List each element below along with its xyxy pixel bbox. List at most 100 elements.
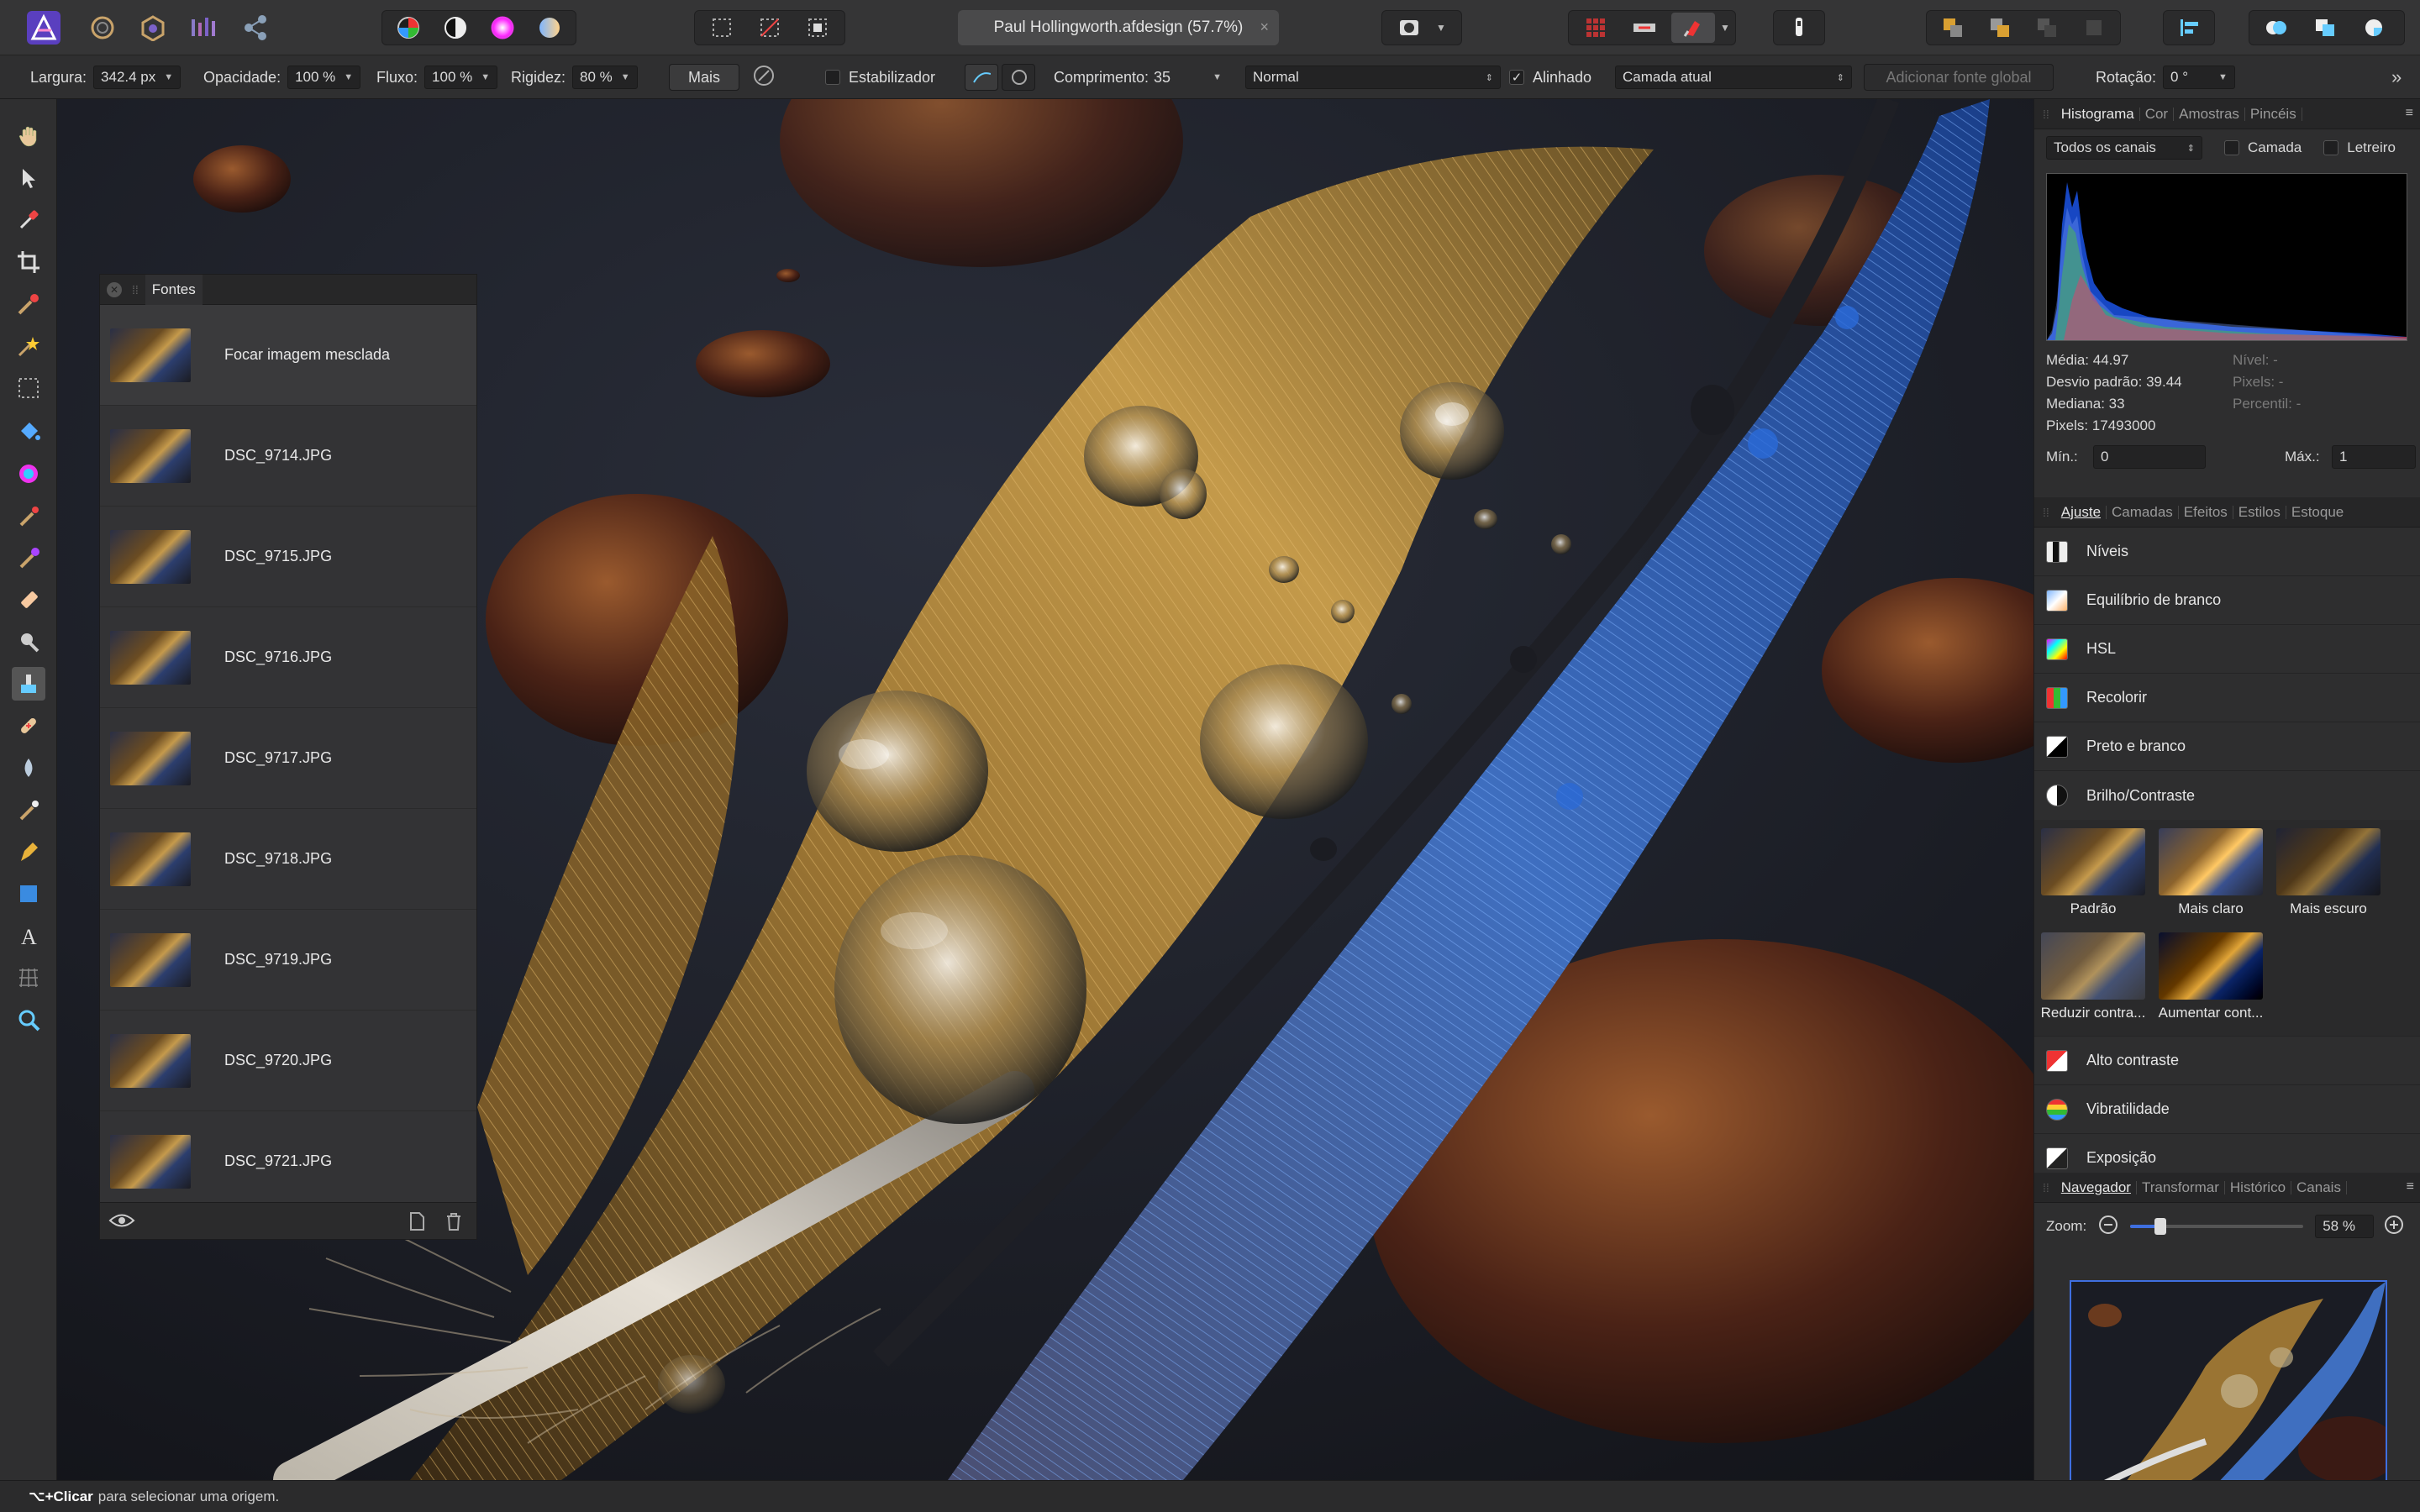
affinity-photo-logo[interactable] <box>24 10 64 45</box>
hardness-dropdown-icon[interactable]: ▼ <box>621 72 630 82</box>
marquee-icon[interactable] <box>700 13 743 43</box>
tab-effects[interactable]: Efeitos <box>2179 505 2233 519</box>
smudge-brush-icon[interactable] <box>12 793 45 827</box>
quick-mask-icon[interactable] <box>1387 13 1431 43</box>
panel-grip-icon[interactable]: ⁞⁞ <box>2043 108 2049 121</box>
boolean-subtract-icon[interactable] <box>2303 13 2347 43</box>
healing-brush-icon[interactable] <box>12 709 45 743</box>
boolean-add-icon[interactable] <box>2254 13 2298 43</box>
adjustment-levels[interactable]: Níveis <box>2034 528 2420 576</box>
rotation-dropdown-icon[interactable]: ▼ <box>2218 72 2228 82</box>
quick-mask-dropdown-icon[interactable]: ▼ <box>1436 22 1446 34</box>
length-value[interactable]: 35 <box>1154 69 1171 87</box>
more-button[interactable]: Mais <box>669 64 740 91</box>
trash-icon[interactable] <box>445 1211 463 1236</box>
tab-channels[interactable]: Canais <box>2291 1180 2347 1194</box>
white-balance-icon[interactable] <box>529 13 571 43</box>
zoom-in-icon[interactable] <box>2384 1215 2404 1239</box>
panel-menu-icon[interactable]: ≡ <box>2407 1179 2414 1194</box>
grid-icon[interactable] <box>1574 13 1618 43</box>
rectangle-tool-icon[interactable] <box>12 877 45 911</box>
flood-select-icon[interactable] <box>12 329 45 363</box>
arrange-front-icon[interactable] <box>2073 13 2115 43</box>
source-item[interactable]: DSC_9716.JPG <box>100 607 476 708</box>
erase-brush-icon[interactable] <box>12 583 45 617</box>
zoom-out-icon[interactable] <box>2098 1215 2118 1239</box>
panel-grip-icon[interactable]: ⁞⁞ <box>132 283 139 297</box>
sample-mode-select[interactable]: Camada atual ⇕ <box>1615 66 1852 89</box>
tab-adjustments[interactable]: Ajuste <box>2056 505 2107 519</box>
source-item[interactable]: DSC_9715.JPG <box>100 507 476 607</box>
develop-persona-icon[interactable] <box>138 10 168 45</box>
gradient-tool-icon[interactable] <box>12 457 45 491</box>
visibility-eye-icon[interactable] <box>108 1211 135 1234</box>
add-source-icon[interactable] <box>408 1211 426 1236</box>
layer-checkbox[interactable] <box>2224 140 2239 155</box>
adjustment-white-balance[interactable]: Equilíbrio de branco <box>2034 576 2420 625</box>
text-tool-icon[interactable]: A <box>12 919 45 953</box>
opacity-dropdown-icon[interactable]: ▼ <box>344 72 353 82</box>
mesh-warp-icon[interactable] <box>12 961 45 995</box>
preset-lighter[interactable]: Mais claro <box>2157 828 2265 917</box>
zoom-slider-handle[interactable] <box>2154 1218 2167 1235</box>
navigator-preview[interactable] <box>2070 1280 2387 1488</box>
brush-settings-icon[interactable] <box>751 63 776 92</box>
length-dropdown-icon[interactable]: ▼ <box>1213 72 1222 82</box>
source-item[interactable]: DSC_9721.JPG <box>100 1111 476 1212</box>
adjustment-brightness-contrast[interactable]: Brilho/Contraste <box>2034 771 2420 820</box>
flow-dropdown-icon[interactable]: ▼ <box>481 72 490 82</box>
export-persona-icon[interactable] <box>239 10 272 45</box>
source-item[interactable]: DSC_9717.JPG <box>100 708 476 809</box>
snapping-dropdown-icon[interactable]: ▼ <box>1720 22 1730 34</box>
aligned-checkbox[interactable] <box>1509 70 1524 85</box>
zoom-field[interactable]: 58 % <box>2315 1215 2375 1238</box>
panel-grip-icon[interactable]: ⁞⁞ <box>2043 506 2049 519</box>
color-picker-icon[interactable] <box>12 203 45 237</box>
tab-layers[interactable]: Camadas <box>2107 505 2179 519</box>
blur-brush-icon[interactable] <box>12 751 45 785</box>
arrange-backward-icon[interactable] <box>1979 13 2021 43</box>
hsl-icon[interactable] <box>481 13 523 43</box>
selection-brush-icon[interactable] <box>12 287 45 321</box>
toolbar-overflow-icon[interactable]: » <box>2391 55 2402 99</box>
dodge-tool-icon[interactable] <box>12 625 45 659</box>
clone-brush-icon[interactable] <box>12 667 45 701</box>
flow-field[interactable]: 100 % ▼ <box>424 66 498 89</box>
zoom-tool-icon[interactable] <box>12 1003 45 1037</box>
document-tab[interactable]: Paul Hollingworth.afdesign (57.7%) × <box>958 10 1279 45</box>
sample-mode-dropdown-icon[interactable]: ⇕ <box>1837 72 1844 83</box>
arrange-back-icon[interactable] <box>1932 13 1974 43</box>
magnet-icon[interactable] <box>1671 13 1715 43</box>
add-global-source-button[interactable]: Adicionar fonte global <box>1864 64 2054 91</box>
boolean-intersect-icon[interactable] <box>2352 13 2396 43</box>
tab-swatches[interactable]: Amostras <box>2174 107 2245 121</box>
invert-selection-icon[interactable] <box>797 13 839 43</box>
tab-histogram[interactable]: Histograma <box>2056 107 2140 121</box>
stabilizer-checkbox[interactable] <box>825 70 840 85</box>
rope-mode-icon[interactable] <box>965 64 998 91</box>
marquee-tool-icon[interactable] <box>12 371 45 405</box>
pen-tool-icon[interactable] <box>12 835 45 869</box>
color-wheel-icon[interactable] <box>387 13 429 43</box>
adjustment-vibrance[interactable]: Vibratilidade <box>2034 1085 2420 1134</box>
arrange-forward-icon[interactable] <box>2026 13 2068 43</box>
flood-fill-icon[interactable] <box>12 415 45 449</box>
channel-select[interactable]: Todos os canais ⇕ <box>2046 136 2202 160</box>
width-field[interactable]: 342.4 px ▼ <box>93 66 182 89</box>
preset-darker[interactable]: Mais escuro <box>2275 828 2382 917</box>
align-icon[interactable] <box>2169 13 2209 43</box>
marquee-checkbox[interactable] <box>2323 140 2339 155</box>
source-item[interactable]: DSC_9718.JPG <box>100 809 476 910</box>
panel-grip-icon[interactable]: ⁞⁞ <box>2043 1181 2049 1194</box>
paint-brush-icon[interactable] <box>12 499 45 533</box>
preset-default[interactable]: Padrão <box>2039 828 2147 917</box>
close-panel-icon[interactable]: ✕ <box>107 281 122 297</box>
rotation-field[interactable]: 0 ° ▼ <box>2163 66 2235 89</box>
max-field[interactable]: 1 <box>2332 445 2416 469</box>
width-dropdown-icon[interactable]: ▼ <box>164 72 173 82</box>
panel-menu-icon[interactable]: ≡ <box>2406 106 2413 121</box>
blend-mode-select[interactable]: Normal ⇕ <box>1245 66 1501 89</box>
clear-selection-icon[interactable] <box>748 13 791 43</box>
tab-navigator[interactable]: Navegador <box>2056 1180 2137 1194</box>
adjustment-black-white[interactable]: Preto e branco <box>2034 722 2420 771</box>
